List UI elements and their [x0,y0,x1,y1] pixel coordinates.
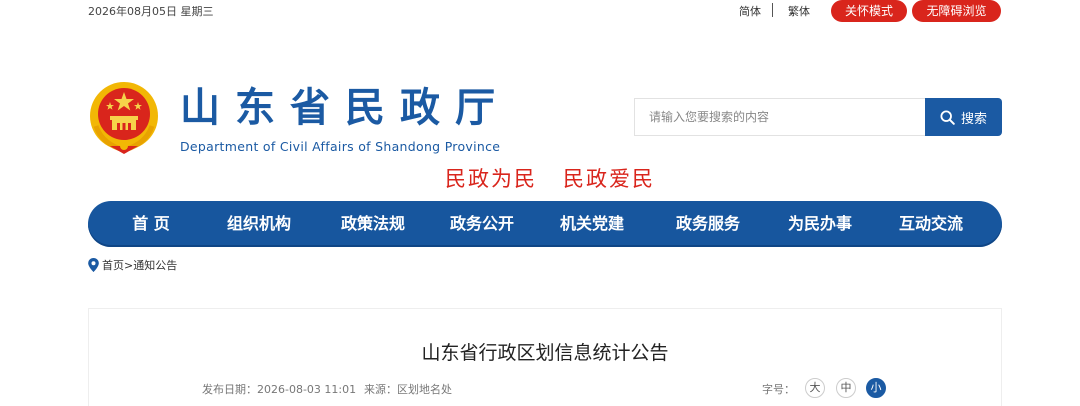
nav-item-people-affairs[interactable]: 为民办事 [780,201,860,247]
nav-item-party-building[interactable]: 机关党建 [552,201,632,247]
breadcrumb-separator: > [124,258,134,272]
font-size-label: 字号： [762,383,795,396]
nav-item-public-affairs[interactable]: 政务公开 [442,201,522,247]
care-mode-button[interactable]: 关怀模式 [831,0,907,22]
current-date: 2026年08月05日 星期三 [88,5,214,18]
publish-date: 发布日期：2026-08-03 11:01 [202,383,357,396]
breadcrumb-current[interactable]: 通知公告 [133,257,177,273]
location-pin-icon [88,258,99,272]
top-bar: 2026年08月05日 星期三 简体 繁体 关怀模式 无障碍浏览 [0,0,1080,24]
slogan: 民政为民 民政爱民 [445,167,656,191]
main-nav: 首 页 组织机构 政策法规 政务公开 机关党建 政务服务 为民办事 互动交流 [88,201,1002,247]
national-emblem-icon [88,80,160,156]
traditional-chinese-link[interactable]: 繁体 [788,3,810,19]
article-title: 山东省行政区划信息统计公告 [421,342,669,364]
nav-item-policies[interactable]: 政策法规 [333,201,413,247]
search-icon [940,109,955,125]
site-subtitle: Department of Civil Affairs of Shandong … [180,139,501,154]
nav-item-services[interactable]: 政务服务 [668,201,748,247]
search-button[interactable]: 搜索 [925,98,1002,136]
breadcrumb-home-link[interactable]: 首页 [102,257,124,273]
nav-item-organization[interactable]: 组织机构 [219,201,299,247]
font-size-medium-button[interactable]: 中 [836,378,856,398]
nav-item-home[interactable]: 首 页 [116,201,186,247]
search-button-label: 搜索 [960,111,987,127]
article-source: 来源：区划地名处 [364,383,452,396]
breadcrumb: 首页 > 通知公告 [88,257,177,273]
simplified-chinese-link[interactable]: 简体 [739,3,761,19]
font-size-large-button[interactable]: 大 [805,378,825,398]
nav-item-interaction[interactable]: 互动交流 [891,201,971,247]
accessible-browsing-button[interactable]: 无障碍浏览 [912,0,1001,22]
site-title: 山东省民政厅 [180,85,510,131]
language-divider [772,3,773,17]
search-input[interactable] [634,98,926,136]
font-size-small-button[interactable]: 小 [866,378,886,398]
